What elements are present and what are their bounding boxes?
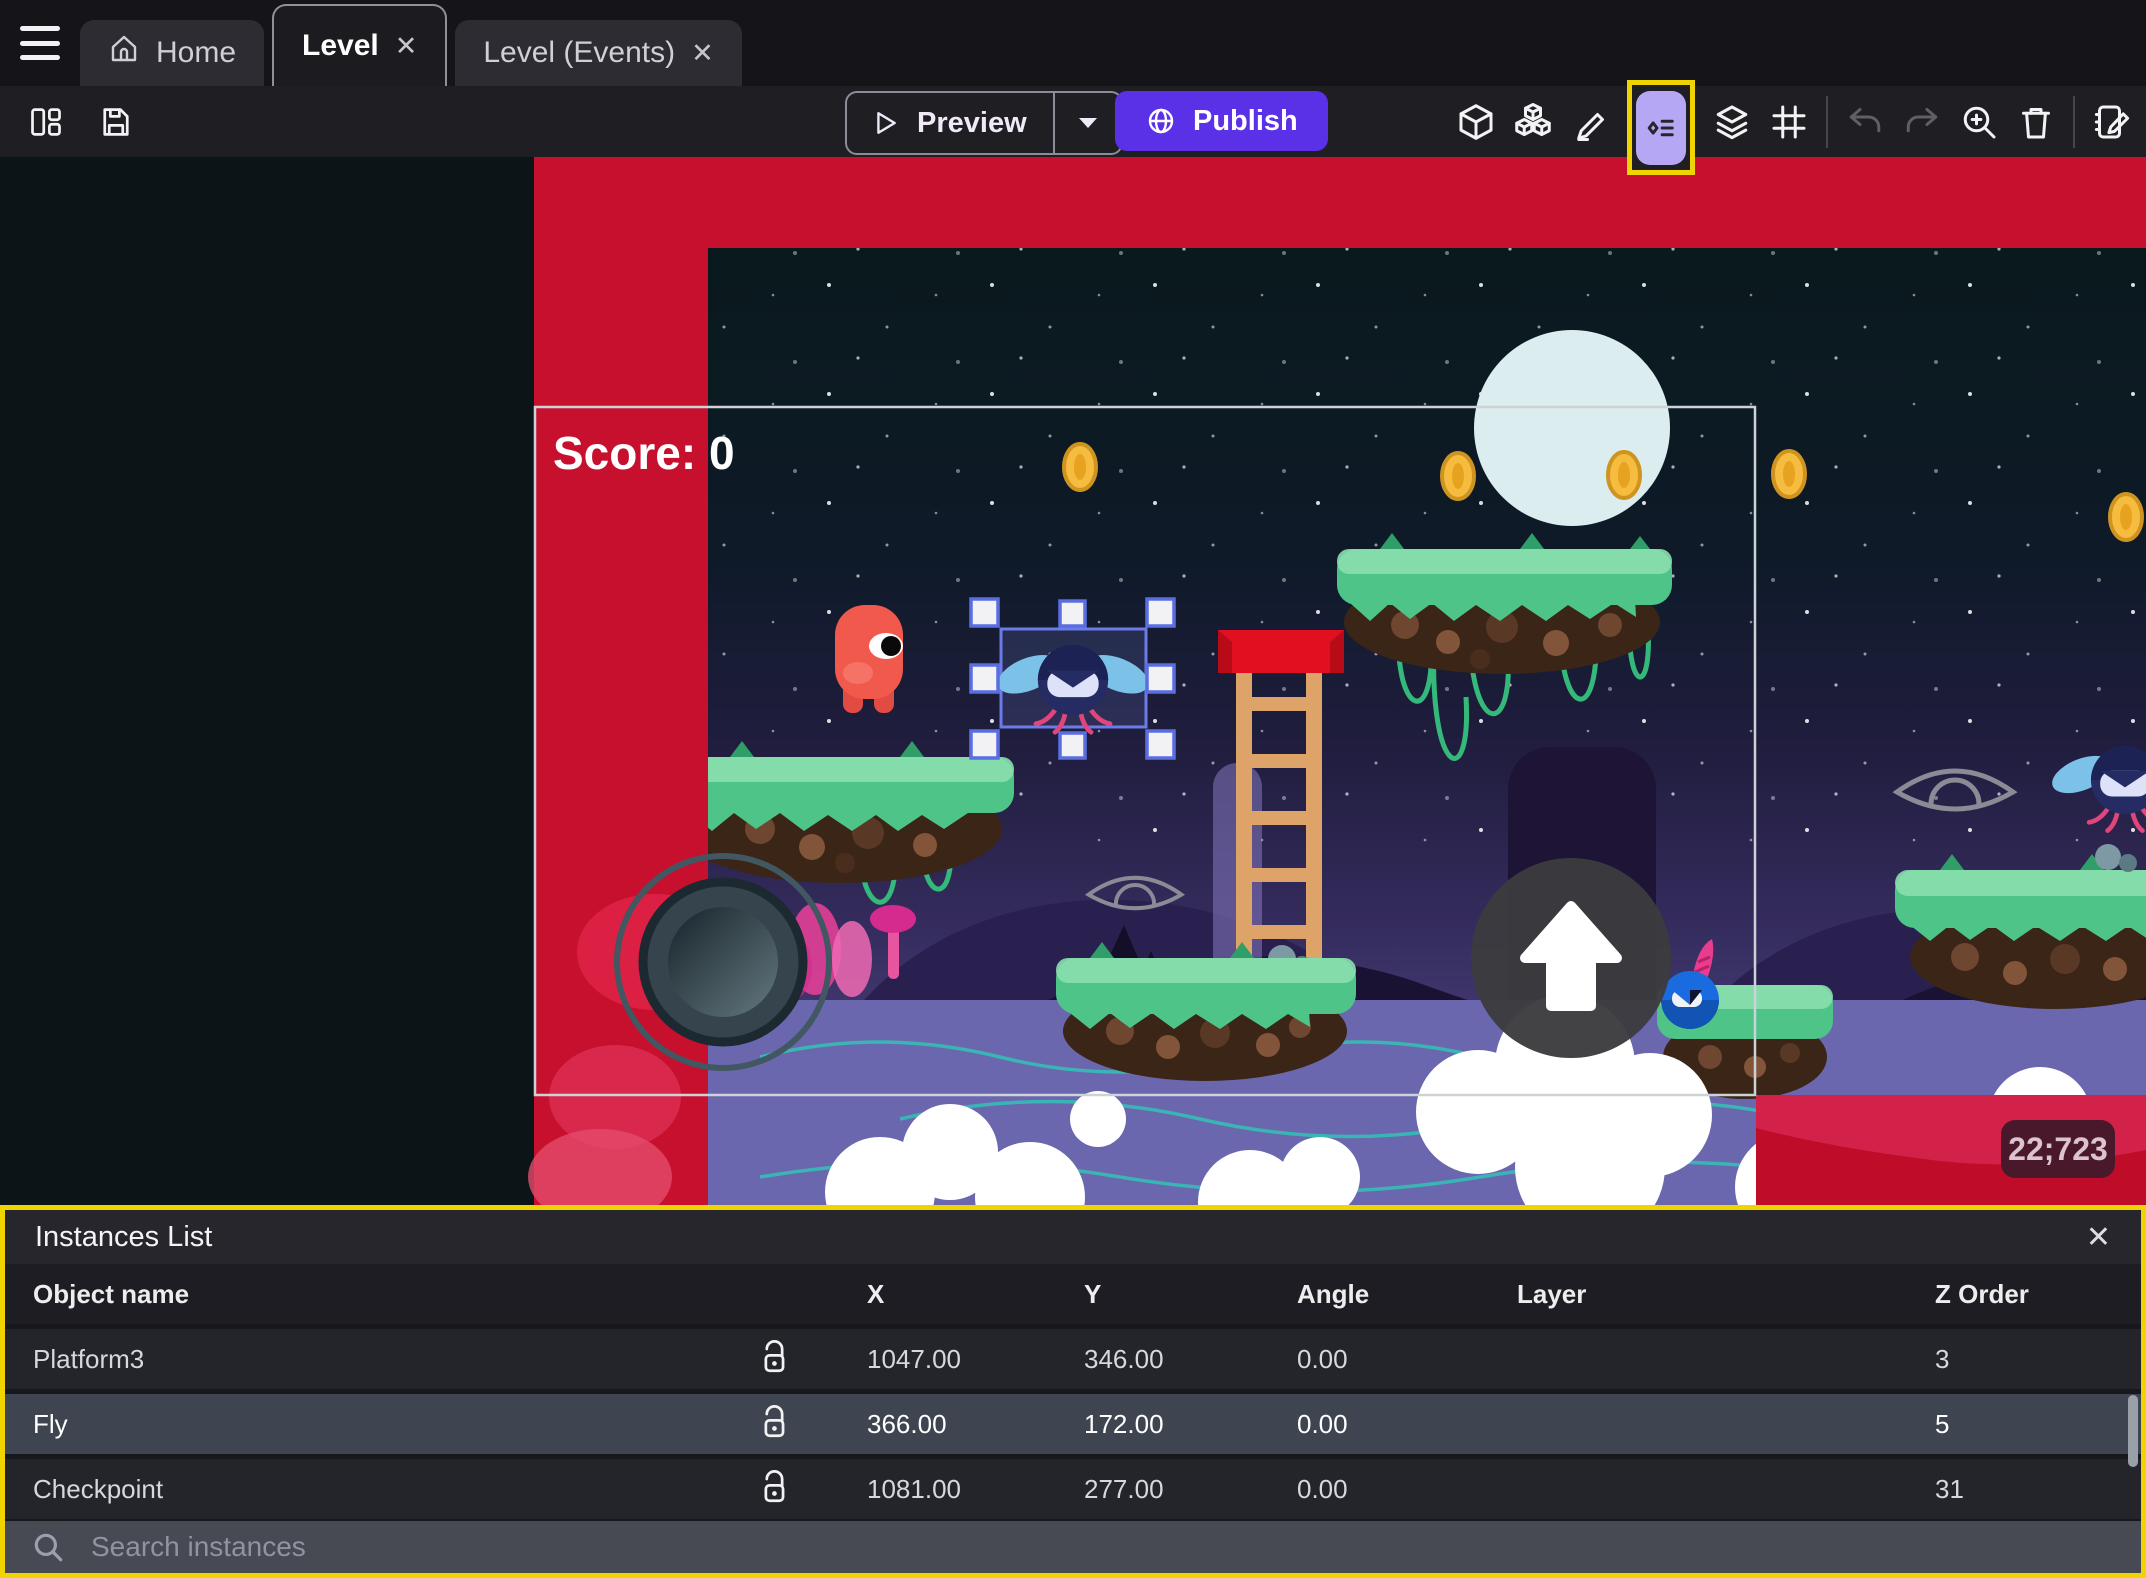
instance-z-order: 3 [1935,1343,1950,1374]
grid-icon[interactable] [1769,102,1809,142]
scene-editor-canvas[interactable]: Score: 0 22;723 [0,157,2146,1205]
column-angle: Angle [1297,1278,1370,1309]
cursor-coordinates-badge: 22;723 [2001,1120,2115,1178]
table-row[interactable]: Checkpoint 1081.00 277.00 0.00 31 [5,1459,2141,1519]
column-z-order: Z Order [1935,1278,2029,1309]
scene-red-top-band [708,157,2146,248]
tab-home[interactable]: Home [80,20,265,86]
tab-level-events-label: Level (Events) [483,36,676,69]
preview-button[interactable]: Preview [845,91,1123,155]
unlock-icon[interactable] [755,1469,793,1509]
instance-x: 366.00 [867,1408,947,1439]
tab-level-events-close-icon[interactable]: ✕ [691,38,714,69]
instance-name: Platform3 [33,1343,145,1374]
platform-mid-bottom[interactable] [1056,942,1356,1081]
preview-dropdown-button[interactable] [1055,116,1121,130]
home-icon [108,33,140,73]
search-icon [34,1533,63,1562]
tab-level-close-icon[interactable]: ✕ [395,31,418,62]
tab-level[interactable]: Level ✕ [272,4,448,86]
gdevelop-editor-window: Home Level ✕ Level (Events) ✕ Preview Pu… [0,0,2146,1578]
editor-background [0,157,534,1205]
instances-list-icon[interactable] [1636,90,1686,165]
instance-angle: 0.00 [1297,1473,1348,1504]
instance-y: 346.00 [1084,1343,1164,1374]
instance-x: 1047.00 [867,1343,961,1374]
unlock-icon[interactable] [755,1404,793,1444]
search-bar [5,1521,2141,1573]
table-row[interactable]: Platform3 1047.00 346.00 0.00 3 [5,1329,2141,1389]
edit-properties-icon[interactable] [2092,102,2132,142]
instances-table-header: Object name X Y Angle Layer Z Order [5,1264,2141,1324]
play-icon [877,112,896,134]
object-groups-icon[interactable] [1513,102,1553,142]
moon[interactable] [1474,330,1670,526]
cursor-coordinates-text: 22;723 [2008,1131,2108,1167]
instance-x: 1081.00 [867,1473,961,1504]
hamburger-menu-icon[interactable] [20,26,60,60]
instances-list-panel: Instances List ✕ Object name X Y Angle L… [0,1205,2146,1578]
jump-button[interactable] [1471,858,1671,1058]
instance-angle: 0.00 [1297,1408,1348,1439]
trash-icon[interactable] [2016,102,2056,142]
instance-name: Checkpoint [33,1473,164,1504]
undo-icon[interactable] [1845,102,1885,142]
zoom-icon[interactable] [1959,102,1999,142]
toolbar-divider [1826,95,1828,148]
instance-angle: 0.00 [1297,1343,1348,1374]
redo-icon[interactable] [1902,102,1942,142]
instances-panel-title: Instances List [35,1220,213,1253]
column-y: Y [1084,1278,1102,1309]
objects-cube-icon[interactable] [1456,102,1496,142]
instances-panel-close-icon[interactable]: ✕ [2086,1220,2111,1255]
instance-z-order: 5 [1935,1408,1950,1439]
panel-scrollbar[interactable] [2128,1395,2138,1467]
chevron-down-icon [1078,118,1097,128]
joystick-control[interactable] [614,853,832,1071]
column-x: X [867,1278,885,1309]
instances-list-highlight [1627,80,1695,175]
unlock-icon[interactable] [755,1339,793,1379]
column-layer: Layer [1517,1278,1587,1309]
instance-y: 277.00 [1084,1473,1164,1504]
table-row-selected[interactable]: Fly 366.00 172.00 0.00 5 [5,1394,2141,1454]
publish-label: Publish [1193,104,1298,137]
publish-button[interactable]: Publish [1115,91,1328,151]
preview-label: Preview [917,106,1027,139]
panels-layout-icon[interactable] [26,102,66,142]
search-input[interactable] [89,1530,2141,1564]
instance-y: 172.00 [1084,1408,1164,1439]
scene-toolbar: Preview Publish [0,80,2146,175]
edit-scene-pencil-icon[interactable] [1570,102,1610,142]
score-hud-text: Score: 0 [553,427,735,479]
layers-icon[interactable] [1712,102,1752,142]
tab-home-label: Home [156,36,237,69]
instance-z-order: 31 [1935,1473,1964,1504]
instance-name: Fly [33,1408,68,1439]
column-object-name: Object name [33,1278,190,1309]
tab-level-events[interactable]: Level (Events) ✕ [455,20,742,86]
toolbar-divider [2073,95,2075,148]
tab-bar: Home Level ✕ Level (Events) ✕ [0,0,2146,86]
save-icon[interactable] [96,102,136,142]
scene-red-left-band [528,157,733,1205]
player-character[interactable] [835,605,903,713]
globe-icon [1148,108,1174,134]
tab-level-label: Level [302,29,379,62]
